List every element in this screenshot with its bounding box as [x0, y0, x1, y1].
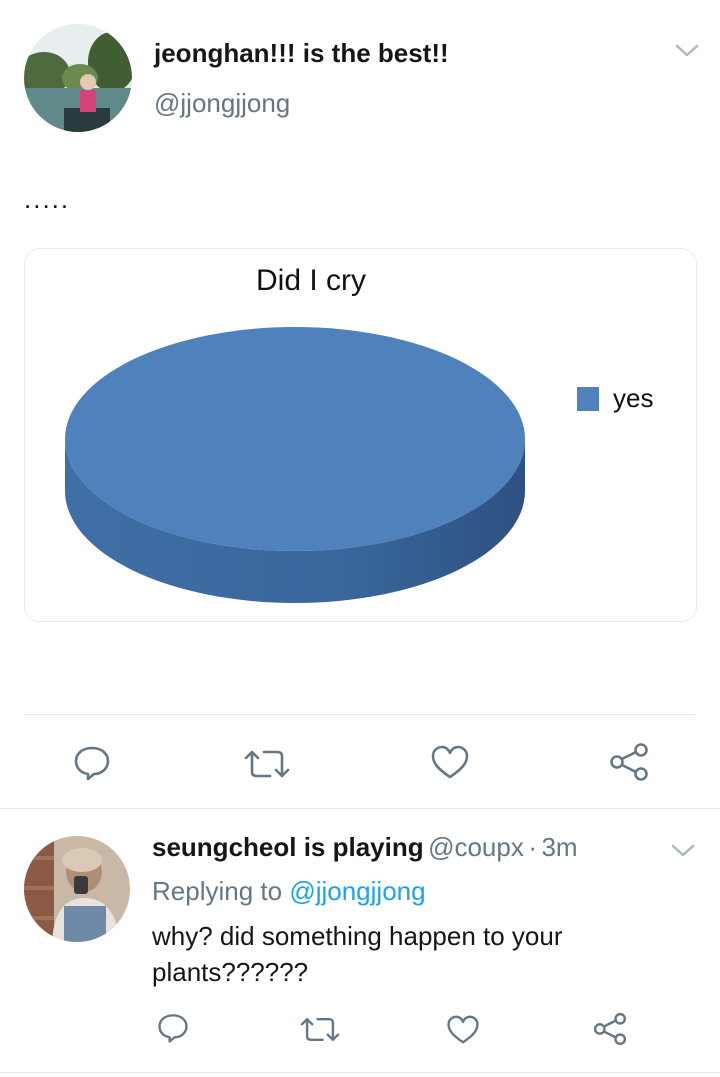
- pie-chart: Did I cry yes: [65, 264, 653, 603]
- divider: [24, 714, 695, 715]
- reply-icon[interactable]: [156, 1012, 190, 1044]
- meta-separator: ·: [528, 832, 537, 862]
- divider: [0, 1072, 720, 1073]
- legend-swatch-yes: [577, 387, 599, 411]
- reply-display-name[interactable]: seungcheol is playing: [152, 832, 424, 862]
- retweet-icon[interactable]: [300, 1014, 340, 1045]
- avatar[interactable]: [24, 24, 132, 132]
- reply-timestamp[interactable]: 3m: [541, 832, 577, 862]
- reply-header: seungcheol is playing @coupx · 3m: [152, 832, 578, 863]
- pie-slice-yes: [65, 327, 525, 551]
- chevron-down-icon[interactable]: [670, 842, 696, 860]
- legend-label-yes: yes: [613, 383, 653, 413]
- chart-title: Did I cry: [256, 264, 366, 297]
- tweet-text: .....: [24, 184, 71, 214]
- reply-handle[interactable]: @coupx: [428, 832, 524, 862]
- chart-legend: yes: [577, 383, 653, 413]
- chart-image[interactable]: Did I cry yes: [24, 248, 697, 622]
- retweet-icon[interactable]: [244, 746, 290, 782]
- replying-to: Replying to @jjongjjong: [152, 876, 426, 907]
- mention-link[interactable]: @jjongjjong: [289, 876, 425, 906]
- like-icon[interactable]: [446, 1014, 480, 1045]
- pie-slices: [65, 327, 525, 603]
- share-icon[interactable]: [608, 742, 650, 782]
- like-icon[interactable]: [430, 744, 470, 780]
- replying-prefix: Replying to: [152, 876, 283, 906]
- reply-text: why? did something happen to your plants…: [152, 921, 563, 987]
- user-handle[interactable]: @jjongjjong: [154, 88, 290, 119]
- share-icon[interactable]: [592, 1012, 628, 1046]
- display-name[interactable]: jeonghan!!! is the best!!: [154, 38, 449, 69]
- avatar[interactable]: [24, 836, 130, 942]
- chevron-down-icon[interactable]: [674, 42, 700, 60]
- reply-icon[interactable]: [72, 744, 112, 782]
- divider: [0, 808, 720, 809]
